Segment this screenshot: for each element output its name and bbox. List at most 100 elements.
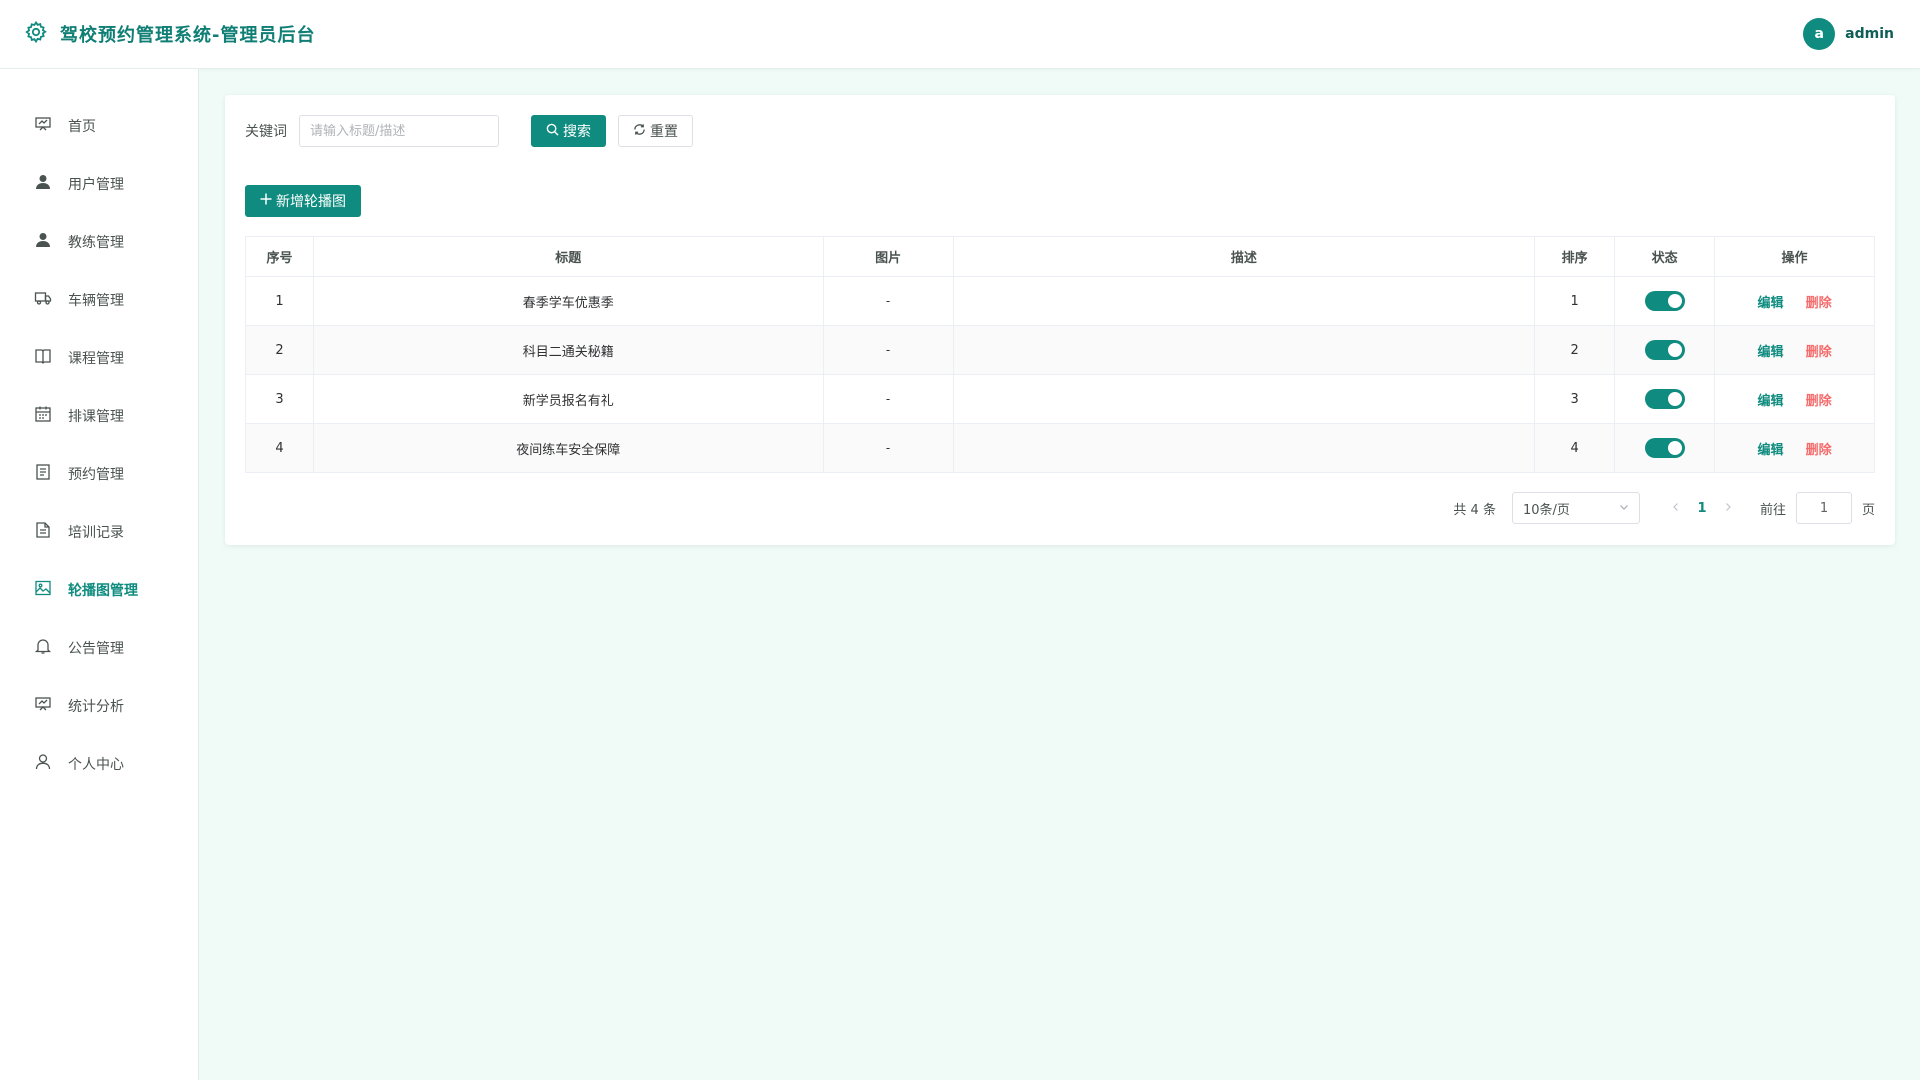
cell-description xyxy=(953,374,1536,424)
edit-button[interactable]: 编辑 xyxy=(1757,443,1783,458)
top-header: 驾校预约管理系统-管理员后台 a admin xyxy=(0,0,1920,69)
cell-sort: 1 xyxy=(1534,276,1616,326)
avatar[interactable]: a xyxy=(1803,18,1836,50)
column-header[interactable]: 标题 xyxy=(313,236,824,277)
cell-title: 新学员报名有礼 xyxy=(313,374,824,424)
delete-button[interactable]: 删除 xyxy=(1806,394,1832,409)
cell-sort: 2 xyxy=(1534,325,1616,375)
column-header[interactable]: 操作 xyxy=(1714,236,1875,277)
truck-icon xyxy=(34,289,52,311)
cell-actions: 编辑 删除 xyxy=(1714,325,1875,375)
sidebar-item-profile[interactable]: 个人中心 xyxy=(0,735,198,793)
table-row: 1 春季学车优惠季 - 1 编辑 删除 xyxy=(245,276,1875,326)
status-toggle[interactable] xyxy=(1644,340,1685,360)
plus-icon xyxy=(260,193,272,209)
table-row: 3 新学员报名有礼 - 3 编辑 删除 xyxy=(245,374,1875,424)
column-header[interactable]: 图片 xyxy=(823,236,954,277)
prev-page-button[interactable] xyxy=(1666,500,1686,516)
reset-button-label: 重置 xyxy=(650,124,678,140)
reset-button[interactable]: 重置 xyxy=(618,115,693,147)
column-header[interactable]: 序号 xyxy=(245,236,314,277)
carousel-table: 序号 标题 图片 描述 排序 状态 操作 1 春季学车优惠季 - 1 编辑 删除 xyxy=(245,236,1875,473)
next-page-button[interactable] xyxy=(1718,500,1738,516)
sidebar-item-vehicles[interactable]: 车辆管理 xyxy=(0,271,198,329)
column-header[interactable]: 描述 xyxy=(953,236,1536,277)
cell-index: 4 xyxy=(245,423,314,473)
user-menu[interactable]: a admin xyxy=(1803,18,1894,50)
sidebar-item-coaches[interactable]: 教练管理 xyxy=(0,213,198,271)
table-row: 2 科目二通关秘籍 - 2 编辑 删除 xyxy=(245,325,1875,375)
sidebar-item-label: 轮播图管理 xyxy=(68,583,138,599)
cell-index: 2 xyxy=(245,325,314,375)
cell-description xyxy=(953,325,1536,375)
page-suffix-label: 页 xyxy=(1861,502,1875,518)
cell-status xyxy=(1614,423,1716,473)
sidebar-item-carousel[interactable]: 轮播图管理 xyxy=(0,561,198,619)
sidebar-item-bookings[interactable]: 预约管理 xyxy=(0,445,198,503)
page-size-select[interactable]: 10条/页 xyxy=(1511,492,1640,524)
username[interactable]: admin xyxy=(1845,26,1894,42)
keyword-input[interactable] xyxy=(299,115,499,147)
cell-actions: 编辑 删除 xyxy=(1714,423,1875,473)
edit-button[interactable]: 编辑 xyxy=(1757,394,1783,409)
edit-button[interactable]: 编辑 xyxy=(1757,296,1783,311)
search-bar: 关键词 搜索 重置 xyxy=(245,115,693,147)
cell-sort: 4 xyxy=(1534,423,1616,473)
sidebar: 首页 用户管理 教练管理 车辆管理 课程管理 排课管理 预约管理 培训记录 轮播… xyxy=(0,69,199,1080)
sidebar-item-training-records[interactable]: 培训记录 xyxy=(0,503,198,561)
presentation-icon xyxy=(34,695,52,717)
chevron-right-icon xyxy=(1726,503,1731,511)
sidebar-item-label: 公告管理 xyxy=(68,641,124,657)
page-size-value: 10条/页 xyxy=(1522,502,1570,518)
sidebar-item-users[interactable]: 用户管理 xyxy=(0,155,198,213)
delete-button[interactable]: 删除 xyxy=(1806,443,1832,458)
column-header[interactable]: 排序 xyxy=(1534,236,1616,277)
sidebar-item-label: 培训记录 xyxy=(68,525,124,541)
cell-image: - xyxy=(823,423,954,473)
delete-button[interactable]: 删除 xyxy=(1806,345,1832,360)
chevron-down-icon xyxy=(1619,501,1629,516)
refresh-icon xyxy=(633,123,646,140)
sidebar-item-label: 预约管理 xyxy=(68,467,124,483)
cell-sort: 3 xyxy=(1534,374,1616,424)
status-toggle[interactable] xyxy=(1644,389,1685,409)
picture-icon xyxy=(34,579,52,601)
add-carousel-button[interactable]: 新增轮播图 xyxy=(245,185,361,217)
document-icon xyxy=(34,521,52,543)
keyword-label: 关键词 xyxy=(245,124,287,140)
cell-title: 夜间练车安全保障 xyxy=(313,423,824,473)
sidebar-item-label: 车辆管理 xyxy=(68,293,124,309)
sidebar-item-label: 统计分析 xyxy=(68,699,124,715)
cell-image: - xyxy=(823,276,954,326)
app-title: 驾校预约管理系统-管理员后台 xyxy=(60,25,316,46)
page-number[interactable]: 1 xyxy=(1686,501,1718,516)
search-button[interactable]: 搜索 xyxy=(531,115,606,147)
sidebar-item-schedule[interactable]: 排课管理 xyxy=(0,387,198,445)
sidebar-item-label: 排课管理 xyxy=(68,409,124,425)
search-icon xyxy=(546,123,559,140)
sidebar-item-label: 首页 xyxy=(68,119,96,135)
cell-status xyxy=(1614,325,1716,375)
add-button-label: 新增轮播图 xyxy=(276,194,346,210)
document-icon xyxy=(34,463,52,485)
sidebar-item-label: 个人中心 xyxy=(68,757,124,773)
sidebar-item-announcements[interactable]: 公告管理 xyxy=(0,619,198,677)
status-toggle[interactable] xyxy=(1644,438,1685,458)
goto-page-input[interactable] xyxy=(1795,492,1852,524)
sidebar-item-home[interactable]: 首页 xyxy=(0,97,198,155)
status-toggle[interactable] xyxy=(1644,291,1685,311)
edit-button[interactable]: 编辑 xyxy=(1757,345,1783,360)
cell-image: - xyxy=(823,374,954,424)
sidebar-item-courses[interactable]: 课程管理 xyxy=(0,329,198,387)
sidebar-item-statistics[interactable]: 统计分析 xyxy=(0,677,198,735)
calendar-icon xyxy=(34,405,52,427)
pagination: 共 4 条 10条/页 1 前往 页 xyxy=(1453,492,1875,524)
cell-actions: 编辑 删除 xyxy=(1714,276,1875,326)
gear-icon xyxy=(24,20,48,48)
delete-button[interactable]: 删除 xyxy=(1806,296,1832,311)
cell-index: 3 xyxy=(245,374,314,424)
column-header[interactable]: 状态 xyxy=(1614,236,1716,277)
table-row: 4 夜间练车安全保障 - 4 编辑 删除 xyxy=(245,423,1875,473)
search-button-label: 搜索 xyxy=(563,124,591,140)
brand: 驾校预约管理系统-管理员后台 xyxy=(24,20,315,48)
